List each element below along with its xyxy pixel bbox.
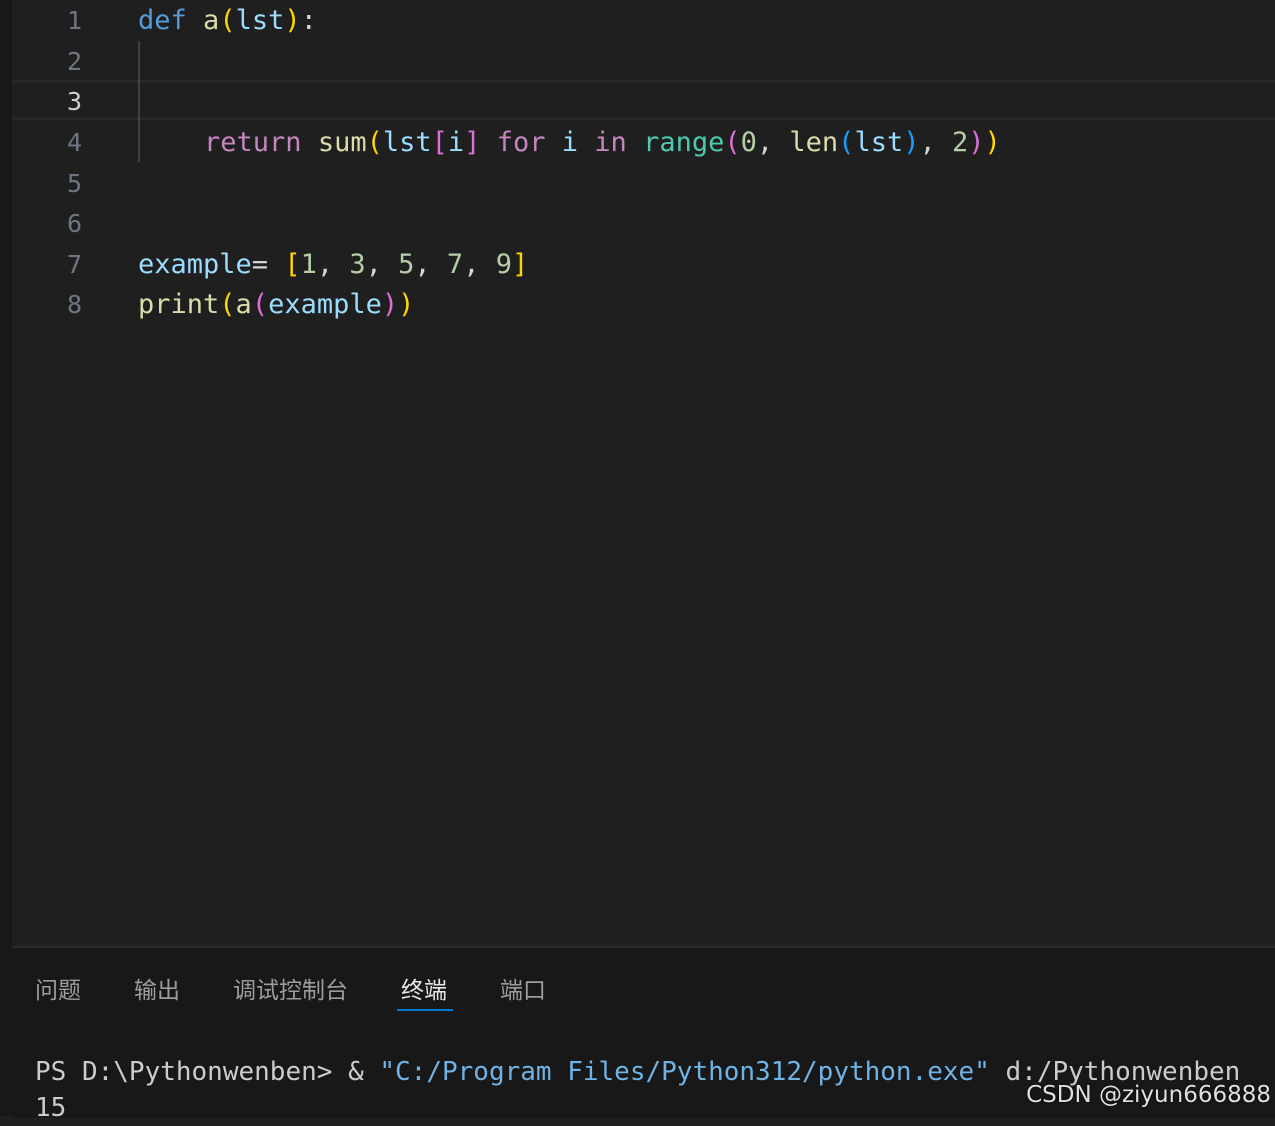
builtin-sum: sum [317, 127, 367, 158]
comma: , [316, 249, 350, 280]
code-line-4[interactable]: 4 return sum(lst[i] for i in range(0, le… [12, 122, 1275, 163]
bracket: ( [219, 5, 236, 36]
number: 5 [398, 249, 415, 280]
terminal-prompt: PS D:\Pythonwenben> & [35, 1057, 380, 1087]
builtin-range: range [643, 127, 725, 158]
number: 0 [740, 127, 757, 158]
number: 1 [300, 249, 317, 280]
comma: , [463, 249, 496, 280]
bracket: ) [284, 5, 301, 36]
bracket: ] [511, 249, 529, 280]
active-tab-indicator [397, 1009, 453, 1011]
assign-operator: = [251, 249, 285, 280]
watermark: CSDN @ziyun666888 [1026, 1082, 1271, 1108]
variable-example: example [138, 249, 252, 280]
bracket: ( [724, 127, 741, 158]
function-name: a [203, 5, 220, 36]
comma: , [365, 249, 399, 280]
code-line-1[interactable]: 1 def a(lst): [12, 0, 1275, 41]
tab-ports[interactable]: 端口 [500, 974, 546, 1008]
code-text[interactable]: return sum(lst[i] for i in range(0, len(… [204, 122, 1001, 163]
activity-strip [0, 0, 12, 1116]
line-number: 2 [66, 47, 82, 76]
tab-debug-console[interactable]: 调试控制台 [233, 974, 348, 1008]
line-number: 7 [66, 250, 82, 279]
function-call-a: a [235, 289, 252, 320]
keyword-return: return [204, 127, 302, 158]
line-number: 5 [66, 169, 82, 198]
tab-terminal[interactable]: 终端 [401, 974, 447, 1008]
bracket: ( [219, 289, 236, 320]
comma: , [414, 249, 447, 280]
bracket: ( [838, 127, 855, 158]
line-number-active: 3 [66, 87, 82, 116]
number: 3 [349, 249, 366, 280]
tab-problems[interactable]: 问题 [35, 974, 81, 1008]
comma: , [756, 127, 790, 158]
code-text[interactable]: example= [1, 3, 5, 7, 9] [138, 244, 528, 285]
code-text[interactable]: def a(lst): [138, 0, 317, 41]
line-number: 8 [66, 290, 82, 319]
terminal-output: 15 [35, 1093, 67, 1123]
code-text[interactable]: print(a(example)) [138, 284, 414, 325]
code-editor[interactable]: 1 def a(lst): 2 3 4 return sum(lst[i] fo… [12, 0, 1275, 946]
code-line-6[interactable]: 6 [12, 203, 1275, 244]
code-line-3[interactable]: 3 [12, 81, 1275, 122]
keyword-in: in [594, 127, 627, 158]
comma: , [919, 127, 952, 158]
number: 2 [952, 127, 969, 158]
bracket: ) [398, 289, 415, 320]
variable-lst: lst [854, 127, 904, 158]
builtin-len: len [789, 127, 839, 158]
parameter: lst [235, 5, 285, 36]
keyword-def: def [138, 5, 187, 36]
keyword-for: for [496, 127, 546, 158]
variable-example: example [268, 289, 382, 320]
bracket: ( [366, 127, 383, 158]
number: 7 [446, 249, 464, 280]
indent-guide [138, 41, 140, 162]
bracket: [ [431, 127, 448, 158]
bracket: ) [984, 127, 1001, 158]
bracket: [ [284, 249, 301, 280]
number: 9 [495, 249, 512, 280]
tab-output[interactable]: 输出 [134, 974, 180, 1008]
bracket: ( [251, 289, 269, 320]
bracket: ] [464, 127, 481, 158]
colon: : [300, 5, 317, 36]
current-line-highlight-bottom [12, 117, 1275, 120]
variable-i: i [447, 127, 465, 158]
code-line-5[interactable]: 5 [12, 163, 1275, 204]
line-number: 4 [66, 128, 82, 157]
bracket: ) [903, 127, 920, 158]
code-line-7[interactable]: 7 example= [1, 3, 5, 7, 9] [12, 244, 1275, 285]
variable-lst: lst [382, 127, 432, 158]
variable-i: i [561, 127, 579, 158]
current-line-highlight-top [12, 80, 1275, 83]
line-number: 1 [66, 6, 82, 35]
builtin-print: print [138, 289, 220, 320]
line-number: 6 [66, 209, 82, 238]
code-line-2[interactable]: 2 [12, 41, 1275, 82]
terminal-exe-path: "C:/Program Files/Python312/python.exe" [379, 1057, 990, 1087]
bracket: ) [968, 127, 985, 158]
bracket: ) [381, 289, 399, 320]
code-line-8[interactable]: 8 print(a(example)) [12, 284, 1275, 325]
